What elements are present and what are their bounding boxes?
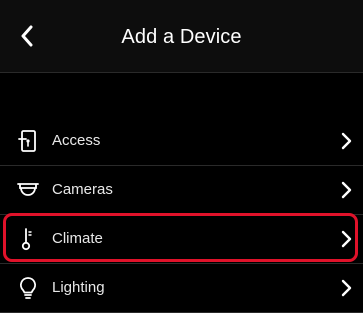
dome-camera-icon xyxy=(16,178,40,202)
device-label: Lighting xyxy=(52,279,105,296)
door-lock-icon xyxy=(16,129,40,153)
lightbulb-icon xyxy=(16,276,40,300)
top-bar: Add a Device xyxy=(0,0,363,73)
device-list: Access Cameras Climate Lighting xyxy=(0,117,363,313)
chevron-right-icon xyxy=(341,230,352,248)
thermometer-icon xyxy=(16,227,40,251)
device-label: Climate xyxy=(52,230,103,247)
device-label: Cameras xyxy=(52,181,113,198)
device-row-climate[interactable]: Climate xyxy=(0,215,363,264)
device-label: Access xyxy=(52,132,101,149)
chevron-right-icon xyxy=(341,181,352,199)
chevron-right-icon xyxy=(341,279,352,297)
device-row-cameras[interactable]: Cameras xyxy=(0,166,363,215)
device-row-access[interactable]: Access xyxy=(0,117,363,166)
chevron-right-icon xyxy=(341,132,352,150)
page-title: Add a Device xyxy=(121,26,242,48)
device-row-lighting[interactable]: Lighting xyxy=(0,264,363,313)
